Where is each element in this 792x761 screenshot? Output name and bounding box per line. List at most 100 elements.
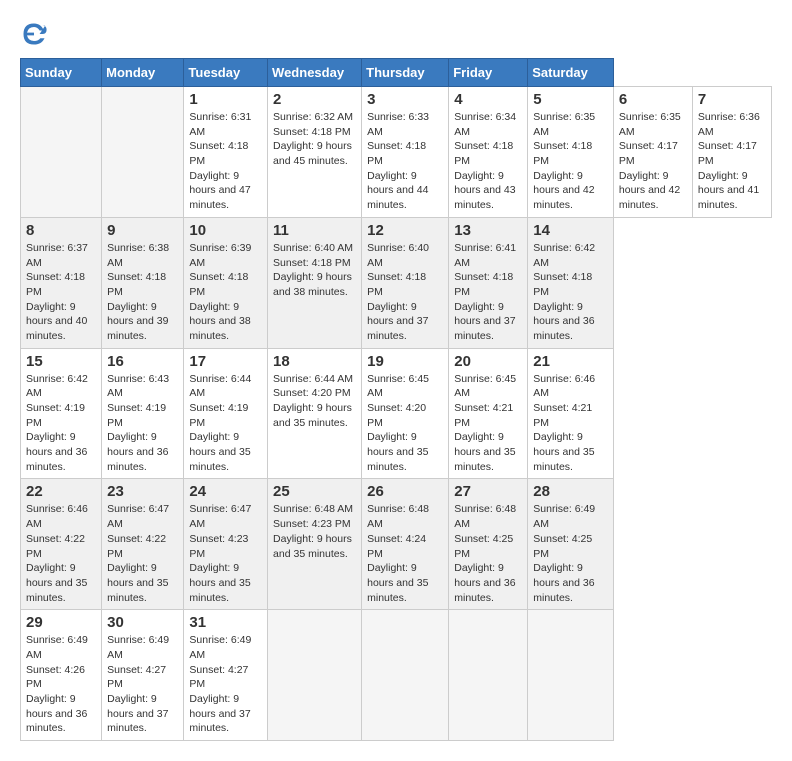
day-number: 15 — [26, 353, 96, 370]
logo-icon — [20, 20, 48, 48]
day-number: 2 — [273, 91, 356, 108]
day-info: Sunrise: 6:45 AM Sunset: 4:21 PM Dayligh… — [454, 372, 522, 475]
calendar-cell: 4 Sunrise: 6:34 AM Sunset: 4:18 PM Daylig… — [449, 87, 528, 218]
day-info: Sunrise: 6:49 AM Sunset: 4:26 PM Dayligh… — [26, 633, 96, 736]
calendar-cell: 15Sunrise: 6:42 AM Sunset: 4:19 PM Dayli… — [21, 348, 102, 479]
day-info: Sunrise: 6:45 AM Sunset: 4:20 PM Dayligh… — [367, 372, 443, 475]
day-number: 3 — [367, 91, 443, 108]
day-info: Sunrise: 6:40 AM Sunset: 4:18 PM Dayligh… — [367, 241, 443, 344]
day-number: 29 — [26, 614, 96, 631]
day-info: Sunrise: 6:44 AM Sunset: 4:20 PM Dayligh… — [273, 372, 356, 431]
day-info: Sunrise: 6:37 AM Sunset: 4:18 PM Dayligh… — [26, 241, 96, 344]
day-info: Sunrise: 6:39 AM Sunset: 4:18 PM Dayligh… — [189, 241, 262, 344]
calendar-cell: 20 Sunrise: 6:45 AM Sunset: 4:21 PM Dayli… — [449, 348, 528, 479]
day-info: Sunrise: 6:33 AM Sunset: 4:18 PM Dayligh… — [367, 110, 443, 213]
day-number: 16 — [107, 353, 178, 370]
calendar-cell — [102, 87, 184, 218]
weekday-header-cell: Sunday — [21, 59, 102, 87]
calendar-cell: 3 Sunrise: 6:33 AM Sunset: 4:18 PM Daylig… — [362, 87, 449, 218]
day-info: Sunrise: 6:36 AM Sunset: 4:17 PM Dayligh… — [698, 110, 766, 213]
day-info: Sunrise: 6:48 AM Sunset: 4:24 PM Dayligh… — [367, 502, 443, 605]
calendar-week-row: 15Sunrise: 6:42 AM Sunset: 4:19 PM Dayli… — [21, 348, 772, 479]
calendar-cell: 1Sunrise: 6:31 AM Sunset: 4:18 PM Daylig… — [184, 87, 268, 218]
weekday-header-cell: Thursday — [362, 59, 449, 87]
day-info: Sunrise: 6:40 AM Sunset: 4:18 PM Dayligh… — [273, 241, 356, 300]
day-number: 12 — [367, 222, 443, 239]
calendar-cell: 17Sunrise: 6:44 AM Sunset: 4:19 PM Dayli… — [184, 348, 268, 479]
day-number: 20 — [454, 353, 522, 370]
day-number: 21 — [533, 353, 608, 370]
day-number: 19 — [367, 353, 443, 370]
day-number: 28 — [533, 483, 608, 500]
day-number: 13 — [454, 222, 522, 239]
day-number: 4 — [454, 91, 522, 108]
day-info: Sunrise: 6:47 AM Sunset: 4:22 PM Dayligh… — [107, 502, 178, 605]
calendar-cell — [362, 610, 449, 741]
day-info: Sunrise: 6:46 AM Sunset: 4:21 PM Dayligh… — [533, 372, 608, 475]
day-info: Sunrise: 6:47 AM Sunset: 4:23 PM Dayligh… — [189, 502, 262, 605]
day-info: Sunrise: 6:41 AM Sunset: 4:18 PM Dayligh… — [454, 241, 522, 344]
day-info: Sunrise: 6:49 AM Sunset: 4:25 PM Dayligh… — [533, 502, 608, 605]
calendar-cell: 13 Sunrise: 6:41 AM Sunset: 4:18 PM Dayli… — [449, 217, 528, 348]
calendar-cell: 7 Sunrise: 6:36 AM Sunset: 4:17 PM Daylig… — [692, 87, 771, 218]
day-number: 26 — [367, 483, 443, 500]
calendar-table: SundayMondayTuesdayWednesdayThursdayFrid… — [20, 58, 772, 741]
day-info: Sunrise: 6:35 AM Sunset: 4:17 PM Dayligh… — [619, 110, 687, 213]
calendar-body: 1Sunrise: 6:31 AM Sunset: 4:18 PM Daylig… — [21, 87, 772, 741]
day-number: 30 — [107, 614, 178, 631]
weekday-header-cell: Friday — [449, 59, 528, 87]
calendar-cell: 24 Sunrise: 6:47 AM Sunset: 4:23 PM Dayli… — [184, 479, 268, 610]
day-info: Sunrise: 6:42 AM Sunset: 4:18 PM Dayligh… — [533, 241, 608, 344]
day-info: Sunrise: 6:46 AM Sunset: 4:22 PM Dayligh… — [26, 502, 96, 605]
calendar-cell: 29 Sunrise: 6:49 AM Sunset: 4:26 PM Dayli… — [21, 610, 102, 741]
weekday-header-cell: Monday — [102, 59, 184, 87]
day-info: Sunrise: 6:48 AM Sunset: 4:25 PM Dayligh… — [454, 502, 522, 605]
day-number: 5 — [533, 91, 608, 108]
calendar-cell: 11 Sunrise: 6:40 AM Sunset: 4:18 PM Dayli… — [268, 217, 362, 348]
day-info: Sunrise: 6:34 AM Sunset: 4:18 PM Dayligh… — [454, 110, 522, 213]
day-info: Sunrise: 6:49 AM Sunset: 4:27 PM Dayligh… — [189, 633, 262, 736]
day-info: Sunrise: 6:43 AM Sunset: 4:19 PM Dayligh… — [107, 372, 178, 475]
calendar-cell: 27Sunrise: 6:48 AM Sunset: 4:25 PM Dayli… — [449, 479, 528, 610]
calendar-cell: 14 Sunrise: 6:42 AM Sunset: 4:18 PM Dayli… — [528, 217, 614, 348]
day-number: 9 — [107, 222, 178, 239]
day-number: 25 — [273, 483, 356, 500]
day-number: 24 — [189, 483, 262, 500]
calendar-cell — [21, 87, 102, 218]
calendar-cell: 10 Sunrise: 6:39 AM Sunset: 4:18 PM Dayli… — [184, 217, 268, 348]
day-info: Sunrise: 6:32 AM Sunset: 4:18 PM Dayligh… — [273, 110, 356, 169]
calendar-cell — [268, 610, 362, 741]
calendar-cell: 28 Sunrise: 6:49 AM Sunset: 4:25 PM Dayli… — [528, 479, 614, 610]
calendar-cell: 6 Sunrise: 6:35 AM Sunset: 4:17 PM Daylig… — [613, 87, 692, 218]
day-info: Sunrise: 6:35 AM Sunset: 4:18 PM Dayligh… — [533, 110, 608, 213]
day-info: Sunrise: 6:31 AM Sunset: 4:18 PM Dayligh… — [189, 110, 262, 213]
weekday-header-cell: Tuesday — [184, 59, 268, 87]
day-number: 17 — [189, 353, 262, 370]
calendar-cell: 23 Sunrise: 6:47 AM Sunset: 4:22 PM Dayli… — [102, 479, 184, 610]
page-header — [20, 20, 772, 48]
calendar-cell — [449, 610, 528, 741]
day-number: 23 — [107, 483, 178, 500]
calendar-cell: 5 Sunrise: 6:35 AM Sunset: 4:18 PM Daylig… — [528, 87, 614, 218]
calendar-cell — [528, 610, 614, 741]
day-info: Sunrise: 6:49 AM Sunset: 4:27 PM Dayligh… — [107, 633, 178, 736]
day-number: 6 — [619, 91, 687, 108]
calendar-cell: 31 Sunrise: 6:49 AM Sunset: 4:27 PM Dayli… — [184, 610, 268, 741]
day-number: 22 — [26, 483, 96, 500]
calendar-cell: 9Sunrise: 6:38 AM Sunset: 4:18 PM Daylig… — [102, 217, 184, 348]
day-number: 10 — [189, 222, 262, 239]
calendar-cell: 2 Sunrise: 6:32 AM Sunset: 4:18 PM Daylig… — [268, 87, 362, 218]
day-info: Sunrise: 6:48 AM Sunset: 4:23 PM Dayligh… — [273, 502, 356, 561]
day-number: 11 — [273, 222, 356, 239]
weekday-header-cell: Saturday — [528, 59, 614, 87]
day-number: 8 — [26, 222, 96, 239]
day-number: 31 — [189, 614, 262, 631]
calendar-cell: 25 Sunrise: 6:48 AM Sunset: 4:23 PM Dayli… — [268, 479, 362, 610]
weekday-header-row: SundayMondayTuesdayWednesdayThursdayFrid… — [21, 59, 772, 87]
day-number: 7 — [698, 91, 766, 108]
calendar-cell: 19 Sunrise: 6:45 AM Sunset: 4:20 PM Dayli… — [362, 348, 449, 479]
calendar-week-row: 22 Sunrise: 6:46 AM Sunset: 4:22 PM Dayli… — [21, 479, 772, 610]
calendar-cell: 21 Sunrise: 6:46 AM Sunset: 4:21 PM Dayli… — [528, 348, 614, 479]
day-number: 14 — [533, 222, 608, 239]
calendar-cell: 12 Sunrise: 6:40 AM Sunset: 4:18 PM Dayli… — [362, 217, 449, 348]
